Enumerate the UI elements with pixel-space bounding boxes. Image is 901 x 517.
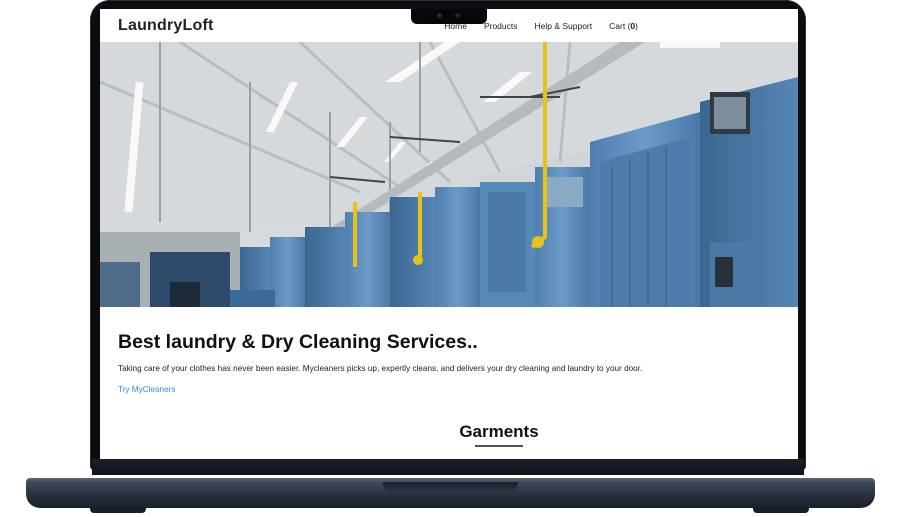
laptop-foot-left: [90, 507, 146, 513]
garments-section-title: Garments: [459, 422, 539, 441]
cart-count-close: ): [635, 20, 638, 31]
laptop-screen: LaundryLoft Home Products Help & Support…: [100, 9, 798, 459]
nav-products[interactable]: Products: [484, 21, 518, 31]
camera-indicator-icon: [455, 13, 460, 18]
page-headline: Best laundry & Dry Cleaning Services..: [118, 331, 478, 353]
nav-cart[interactable]: Cart (0): [609, 21, 638, 31]
try-mycleaners-link[interactable]: Try MyCleaners: [118, 385, 175, 394]
laptop-chin: [92, 459, 804, 475]
hero-image: [100, 42, 798, 307]
cart-label: Cart: [609, 20, 626, 31]
laptop-open-notch: [383, 482, 518, 492]
section-title-underline: [475, 445, 523, 447]
laundry-machines-illustration: [100, 42, 798, 307]
camera-icon: [437, 13, 442, 18]
nav-help-support[interactable]: Help & Support: [534, 21, 592, 31]
brand-logo[interactable]: LaundryLoft: [118, 17, 214, 35]
laptop-foot-right: [753, 507, 809, 513]
intro-description: Taking care of your clothes has never be…: [118, 364, 643, 373]
camera-notch: [411, 9, 487, 24]
